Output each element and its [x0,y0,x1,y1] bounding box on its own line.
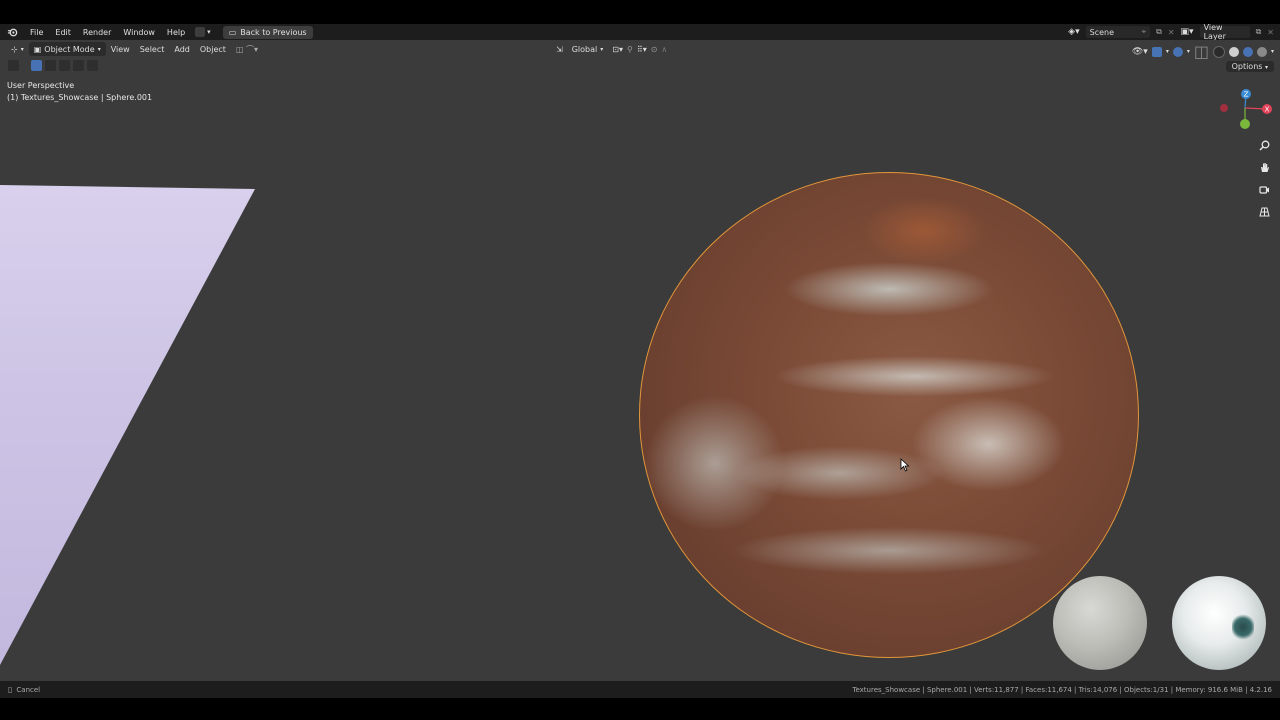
transform-orientation-dropdown[interactable]: Global ▾ [567,42,609,56]
svg-text:X: X [1265,106,1270,114]
snap-icon[interactable]: ⚲ [627,45,633,54]
chevron-down-icon: ▾ [1264,64,1268,71]
letterbox-bottom [0,698,1280,720]
hdri-reflection [1232,614,1254,640]
hdri-preview-sphere [1172,576,1266,670]
menu-select[interactable]: Select [135,42,170,56]
snap-target-icon[interactable]: ⠿▾ [637,45,647,54]
xray-icon[interactable]: ◫ [1194,42,1209,61]
viewport-perspective-label: User Perspective [7,81,75,90]
pivot-point-icon[interactable]: ⊡▾ [612,45,623,54]
new-scene-icon[interactable]: ⧉ [1156,27,1162,37]
transform-controls: ⇲ Global ▾ ⊡▾ ⚲ ⠿▾ ⊙ ∧ [556,42,667,56]
transform-orientation-icon: ⇲ [556,44,563,54]
status-cancel-label: Cancel [16,685,41,694]
options-label: Options [1231,62,1263,71]
menu-render[interactable]: Render [77,28,117,37]
remove-scene-icon[interactable]: ✕ [1168,28,1175,37]
workspace-dropdown[interactable]: ▾ [195,27,211,37]
editor-type-button[interactable]: ⊹ ▾ [6,42,29,56]
visibility-icon[interactable]: 👁▾ [1132,47,1148,57]
chevron-down-icon: ▾ [207,28,211,36]
mouse-cursor-icon [900,458,910,472]
pin-icon[interactable]: ⌖ [1142,27,1147,37]
menu-file[interactable]: File [24,28,49,37]
select-tool-icon[interactable] [8,60,19,71]
transform-orientation-label: Global [571,44,598,54]
camera-view-icon[interactable] [1257,182,1271,196]
viewport-shading-controls: 👁▾ ▾ ▾ ◫ ▾ [1132,42,1274,61]
chevron-down-icon[interactable]: ▾ [1271,48,1274,55]
topbar-right: ◈▾ Scene ⌖ ⧉ ✕ ▣▾ View Layer ⧉ ✕ [1068,23,1274,41]
navigation-gizmo[interactable]: Z X [1216,86,1274,134]
scene-selector[interactable]: Scene ⌖ [1085,26,1151,38]
scene-statistics: Textures_Showcase | Sphere.001 | Verts:1… [852,685,1272,694]
status-bar: ▯ Cancel Textures_Showcase | Sphere.001 … [0,681,1280,698]
upload-icon [195,27,206,37]
rendered-shading-icon[interactable] [1256,46,1267,57]
chevron-down-icon: ▾ [600,45,604,53]
zoom-icon[interactable] [1257,138,1271,152]
back-to-previous-label: Back to Previous [240,27,307,37]
select-subtract-icon[interactable] [59,60,70,71]
viewport-navigation-icons [1257,138,1271,218]
gpencil-icon[interactable]: ◫ ⌒▾ [231,42,263,56]
top-menubar: File Edit Render Window Help ▾ ▭ Back to… [0,23,1280,41]
select-new-icon[interactable] [31,60,42,71]
scene-type-icon[interactable]: ◈▾ [1068,27,1079,37]
wireframe-shading-icon[interactable] [1212,45,1225,58]
chevron-down-icon: ▾ [97,45,101,53]
menu-help[interactable]: Help [161,28,191,37]
mouse-icon: ▯ [8,685,13,694]
scene-name: Scene [1089,27,1114,37]
material-preview-sphere [1053,576,1147,670]
view-layer-selector[interactable]: View Layer [1199,23,1250,41]
chevron-down-icon[interactable]: ▾ [1166,48,1169,55]
falloff-icon[interactable]: ∧ [661,45,667,54]
back-to-previous-button[interactable]: ▭ Back to Previous [222,25,313,39]
new-view-layer-icon[interactable]: ⧉ [1256,27,1262,37]
letterbox-top [0,0,1280,24]
viewport-object-info: (1) Textures_Showcase | Sphere.001 [7,93,153,102]
plane-object[interactable] [0,185,255,665]
solid-shading-icon[interactable] [1228,46,1239,57]
svg-text:Z: Z [1244,91,1249,99]
remove-view-layer-icon[interactable]: ✕ [1267,28,1274,37]
gizmo-toggle-icon[interactable] [1151,46,1162,57]
editor-type-icon: ⊹ [11,44,18,54]
selection-mode-tools [8,60,98,71]
select-extend-icon[interactable] [45,60,56,71]
menu-add[interactable]: Add [169,42,195,56]
view-layer-type-icon[interactable]: ▣▾ [1181,27,1194,37]
3d-viewport[interactable]: ⊹ ▾ ▣ Object Mode ▾ View Select Add Objec… [0,40,1280,681]
chevron-down-icon[interactable]: ▾ [1187,48,1190,55]
options-dropdown[interactable]: Options ▾ [1225,61,1274,72]
view-layer-name: View Layer [1203,23,1226,41]
overlays-toggle-icon[interactable] [1172,46,1183,57]
sphere-object[interactable] [639,172,1139,658]
menu-view[interactable]: View [106,42,135,56]
perspective-toggle-icon[interactable] [1257,204,1271,218]
object-mode-label: Object Mode [44,44,95,54]
object-mode-icon: ▣ [33,44,42,54]
proportional-edit-icon[interactable]: ⊙ [651,45,658,54]
screen-icon: ▭ [228,27,237,37]
blender-logo-icon[interactable] [6,26,18,38]
menu-object[interactable]: Object [195,42,231,56]
material-preview-shading-icon[interactable] [1242,46,1253,57]
status-left: ▯ Cancel [8,685,40,694]
select-intersect-icon[interactable] [87,60,98,71]
menu-edit[interactable]: Edit [49,28,77,37]
object-mode-dropdown[interactable]: ▣ Object Mode ▾ [28,42,106,56]
chevron-down-icon: ▾ [20,45,24,53]
menu-window[interactable]: Window [117,28,161,37]
pan-hand-icon[interactable] [1257,160,1271,174]
select-invert-icon[interactable] [73,60,84,71]
